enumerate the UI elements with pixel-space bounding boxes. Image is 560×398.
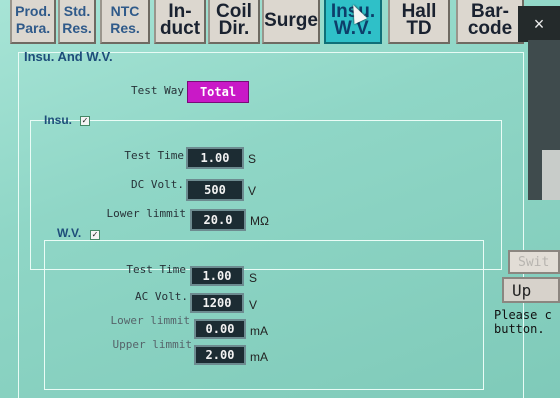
insu-lower-limit-label: Lower limmit — [106, 207, 186, 220]
tab-barcode[interactable]: Bar- code — [456, 0, 524, 44]
wv-lower-limit-label: Lower limmit — [110, 314, 190, 327]
insu-enable-checkbox[interactable]: ✓ — [80, 116, 90, 126]
up-button[interactable]: Up — [502, 277, 560, 303]
close-button[interactable]: × — [518, 6, 560, 42]
insu-group-title: Insu. — [44, 113, 73, 127]
tab-label: NTC Res. — [110, 3, 140, 36]
tab-ntc-res[interactable]: NTC Res. — [100, 0, 150, 44]
ac-volt-label: AC Volt. — [135, 290, 188, 303]
insu-test-time-label: Test Time — [124, 149, 184, 162]
tab-label: Std. Res. — [62, 3, 92, 36]
tab-label: Coil Dir. — [216, 1, 252, 39]
wv-upper-limit-field[interactable]: 2.00 — [194, 345, 246, 365]
test-way-select[interactable]: Total — [187, 81, 249, 103]
tab-label: Surge — [264, 9, 318, 31]
dc-volt-label: DC Volt. — [131, 178, 184, 191]
tab-prod-para[interactable]: Prod. Para. — [10, 0, 56, 44]
dc-volt-unit: V — [248, 184, 257, 198]
wv-upper-limit-unit: mA — [250, 350, 268, 364]
wv-upper-limit-label: Upper limmit — [112, 338, 192, 351]
tab-label: Hall TD — [401, 1, 437, 39]
tab-coil-dir[interactable]: Coil Dir. — [208, 0, 260, 44]
wv-group-title: W.V. — [57, 226, 82, 240]
insu-test-time-field[interactable]: 1.00 — [186, 147, 244, 169]
right-edge-button[interactable] — [542, 150, 560, 200]
wv-lower-limit-field[interactable]: 0.00 — [194, 319, 246, 339]
wv-enable-checkbox[interactable]: ✓ — [90, 230, 100, 240]
wv-test-time-label: Test Time — [126, 263, 186, 276]
tab-bar: Prod. Para. Std. Res. NTC Res. In- duct … — [0, 0, 560, 48]
ac-volt-field[interactable]: 1200 — [190, 293, 244, 313]
wv-lower-limit-unit: mA — [250, 324, 268, 338]
wv-test-time-unit: S — [249, 271, 258, 285]
panel-title: Insu. And W.V. — [24, 49, 113, 64]
status-message: Please c button. — [494, 308, 552, 336]
insu-test-time-unit: S — [248, 152, 257, 166]
test-way-label: Test Way — [131, 84, 184, 97]
tab-induct[interactable]: In- duct — [154, 0, 206, 44]
tab-hall-td[interactable]: Hall TD — [388, 0, 450, 44]
tab-surge[interactable]: Surge — [262, 0, 320, 44]
tab-label: Bar- code — [467, 1, 513, 39]
tab-label: In- duct — [159, 1, 201, 39]
tab-label: Prod. Para. — [15, 3, 51, 36]
insu-lower-limit-unit: MΩ — [250, 214, 269, 228]
switch-button[interactable]: Swit — [508, 250, 560, 274]
screen: Prod. Para. Std. Res. NTC Res. In- duct … — [0, 0, 560, 398]
wv-test-time-field[interactable]: 1.00 — [190, 266, 244, 286]
close-icon: × — [533, 13, 545, 34]
dc-volt-field[interactable]: 500 — [186, 179, 244, 201]
tab-std-res[interactable]: Std. Res. — [58, 0, 96, 44]
ac-volt-unit: V — [249, 298, 258, 312]
insu-lower-limit-field[interactable]: 20.0 — [190, 209, 246, 231]
